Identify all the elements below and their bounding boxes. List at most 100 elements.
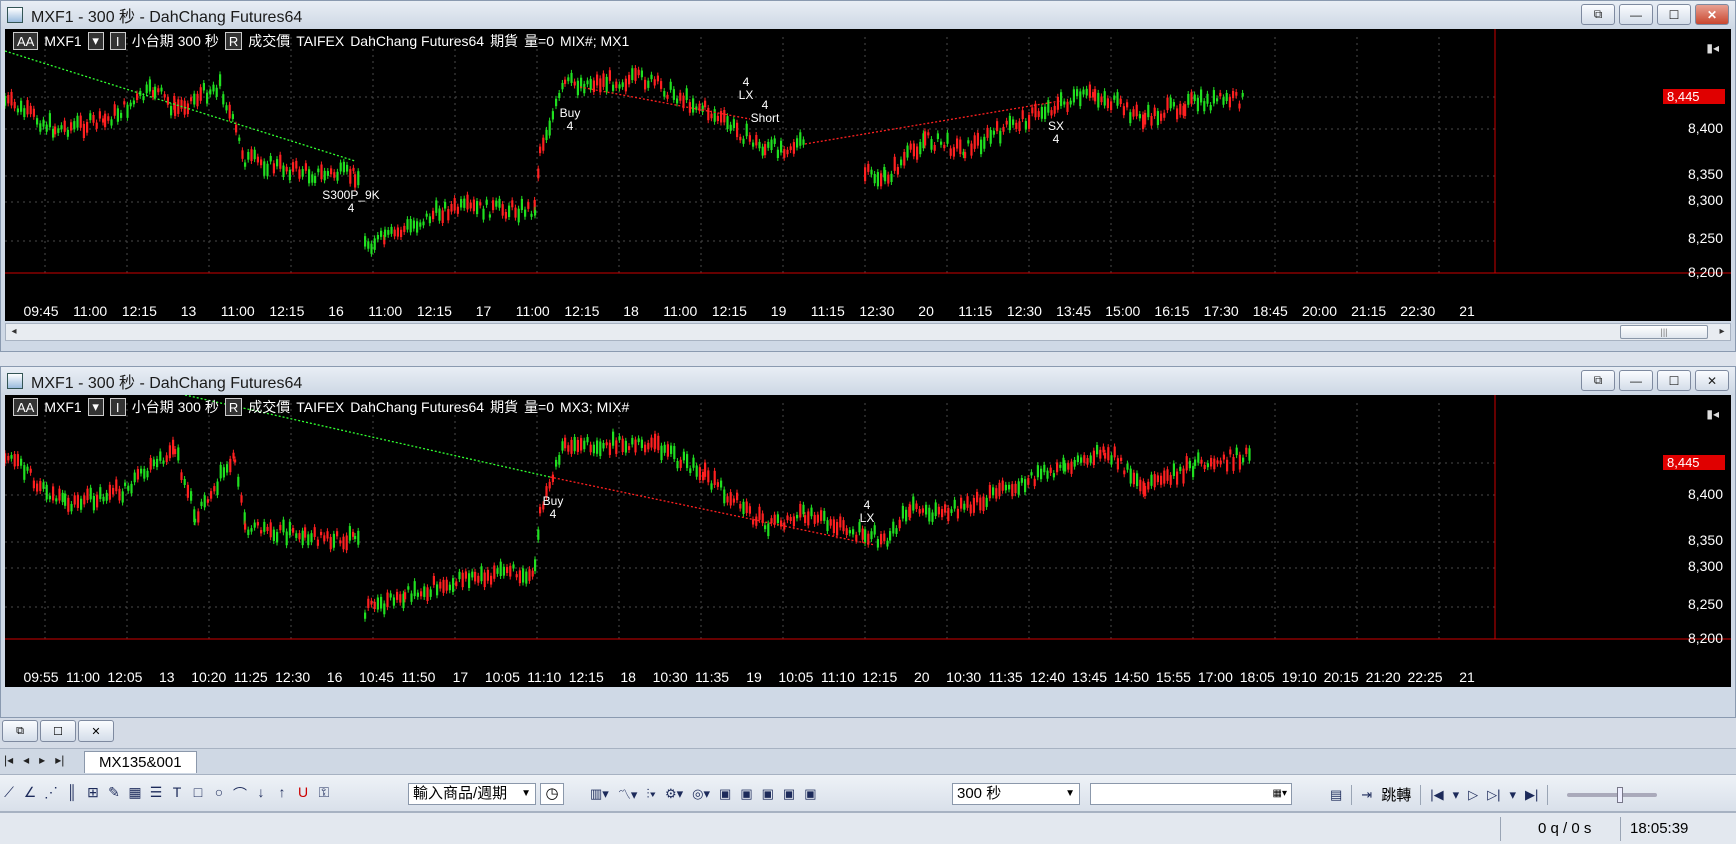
first-bar-icon[interactable]: |◀ (1430, 787, 1443, 803)
pencil-icon[interactable]: ✎ (107, 784, 121, 804)
symbol-dropdown-icon[interactable]: ▾ (87, 32, 104, 50)
text-icon[interactable]: T (170, 784, 184, 804)
candle-body (570, 72, 573, 83)
trendline-icon[interactable]: ⟋ (2, 784, 16, 804)
candle-body (1203, 101, 1206, 112)
price-chart-1[interactable]: AA MXF1 ▾ I 小台期 300 秒 R 成交價 TAIFEX DahCh… (5, 29, 1731, 321)
jump-label[interactable]: 跳轉 (1381, 784, 1411, 805)
lock-icon[interactable]: ⚿ (317, 784, 331, 804)
candle-body (676, 461, 679, 469)
window-titlebar[interactable]: MXF1 - 300 秒 - DahChang Futures64 ⧉ — ☐ … (1, 367, 1735, 395)
candle-body (7, 455, 10, 461)
jump-icon[interactable]: ⇥ (1361, 787, 1372, 803)
bar-chart-icon[interactable]: ▥▾ (590, 786, 609, 802)
candle-body (180, 99, 183, 109)
scroll-right-icon[interactable]: ▸ (1714, 324, 1730, 340)
info-icon[interactable]: I (109, 32, 126, 50)
candle-body (228, 104, 231, 119)
aa-dropdown[interactable]: AA (13, 398, 39, 416)
date-input[interactable]: ▦▾ (1090, 783, 1292, 805)
window-icon-e[interactable]: ▣ (804, 786, 816, 802)
candle-body (903, 151, 906, 166)
candle-body (1086, 458, 1089, 465)
step-forward-icon[interactable]: ▷| (1487, 787, 1500, 803)
info-icon[interactable]: I (109, 398, 126, 416)
candle-body (146, 470, 149, 478)
minimize-button[interactable]: — (1619, 370, 1653, 391)
close-button[interactable]: ✕ (1695, 4, 1729, 25)
price-chart-2[interactable]: AA MXF1 ▾ I 小台期 300 秒 R 成交價 TAIFEX DahCh… (5, 395, 1731, 687)
maximize-button[interactable]: ☐ (1657, 4, 1691, 25)
symbol-dropdown-icon[interactable]: ▾ (87, 398, 104, 416)
channel-icon[interactable]: ║ (65, 784, 79, 804)
close-icon[interactable]: ✕ (78, 720, 114, 742)
candle-body (123, 101, 126, 105)
clock-icon[interactable]: ◷ (540, 783, 564, 805)
strategy-icon[interactable]: ◎▾ (692, 786, 710, 802)
candle-icon[interactable]: ⫶▾ (646, 786, 656, 802)
arrow-down-icon[interactable]: ↓ (254, 784, 268, 804)
prev-tab-icon[interactable]: ◂ (23, 753, 29, 767)
time-axis-label: 12:15 (711, 303, 747, 319)
window-titlebar[interactable]: MXF1 - 300 秒 - DahChang Futures64 ⧉ — ☐ … (1, 1, 1735, 29)
restore-icon[interactable]: ⧉ (2, 720, 38, 742)
arrow-up-icon[interactable]: ↑ (275, 784, 289, 804)
tab-workspace[interactable]: MX135&001 (84, 751, 197, 773)
symbol-period-select[interactable]: 輸入商品/週期 ▼ (408, 783, 536, 805)
window-splitter[interactable] (0, 352, 1736, 366)
period-select[interactable]: 300 秒 ▼ (952, 783, 1080, 805)
next-tab-icon[interactable]: ▸ (39, 753, 45, 767)
magnet-icon[interactable]: U (296, 784, 310, 804)
angle-line-icon[interactable]: ∠ (23, 784, 37, 804)
rectangle-icon[interactable]: □ (191, 784, 205, 804)
fan-icon[interactable]: ⋰ (44, 784, 58, 804)
list-icon[interactable]: ☰ (149, 784, 163, 804)
dropdown-icon[interactable]: ▾ (1453, 787, 1460, 803)
candle-body (373, 238, 376, 250)
candle-body (720, 480, 723, 488)
time-axis-label: 16:15 (1154, 303, 1190, 319)
candle-body (387, 230, 390, 235)
restore-layout-button[interactable]: ⧉ (1581, 4, 1615, 25)
window-icon-a[interactable]: ▣ (719, 786, 731, 802)
time-axis-label: 16 (328, 303, 344, 319)
candle-body (931, 512, 934, 522)
zoom-slider[interactable] (1567, 786, 1658, 803)
window-icon-b[interactable]: ▣ (740, 786, 752, 802)
arc-icon[interactable]: ⌒ (233, 784, 247, 804)
r-dropdown[interactable]: R (224, 398, 243, 416)
restore-layout-button[interactable]: ⧉ (1581, 370, 1615, 391)
time-axis-label: 21 (1459, 303, 1475, 319)
maximize-button[interactable]: ☐ (1657, 370, 1691, 391)
first-tab-icon[interactable]: |◂ (4, 753, 13, 767)
play-icon[interactable]: ▷ (1468, 787, 1478, 803)
candle-body (943, 144, 946, 149)
indicator-icon[interactable]: ⚙▾ (665, 786, 683, 802)
window-icon-c[interactable]: ▣ (762, 786, 774, 802)
last-bar-icon[interactable]: ▶| (1525, 787, 1538, 803)
refresh-icon[interactable]: ▤ (1330, 787, 1342, 803)
scroll-thumb[interactable]: ||| (1620, 325, 1708, 339)
maximize-icon[interactable]: ☐ (40, 720, 76, 742)
fib-icon[interactable]: ⊞ (86, 784, 100, 804)
close-button[interactable]: ✕ (1695, 370, 1729, 391)
panel-toggle-icon[interactable]: ▮◂ (1706, 407, 1719, 421)
candle-body (160, 87, 163, 92)
candle-body (352, 531, 355, 537)
r-dropdown[interactable]: R (224, 32, 243, 50)
line-chart-icon[interactable]: 〽▾ (618, 784, 638, 803)
candle-body (912, 143, 915, 157)
scroll-left-icon[interactable]: ◂ (6, 324, 22, 340)
aa-dropdown[interactable]: AA (13, 32, 39, 50)
time-axis-label: 12:15 (564, 303, 600, 319)
horizontal-scrollbar[interactable]: ◂ ||| ▸ (5, 323, 1731, 341)
window-icon-d[interactable]: ▣ (783, 786, 795, 802)
ellipse-icon[interactable]: ○ (212, 784, 226, 804)
panel-toggle-icon[interactable]: ▮◂ (1706, 41, 1719, 55)
candle-body (323, 535, 326, 542)
minimize-button[interactable]: — (1619, 4, 1653, 25)
candle-body (1063, 101, 1066, 105)
grid-icon[interactable]: ▦ (128, 784, 142, 804)
dropdown-icon[interactable]: ▾ (1510, 787, 1517, 803)
last-tab-icon[interactable]: ▸| (55, 753, 64, 767)
